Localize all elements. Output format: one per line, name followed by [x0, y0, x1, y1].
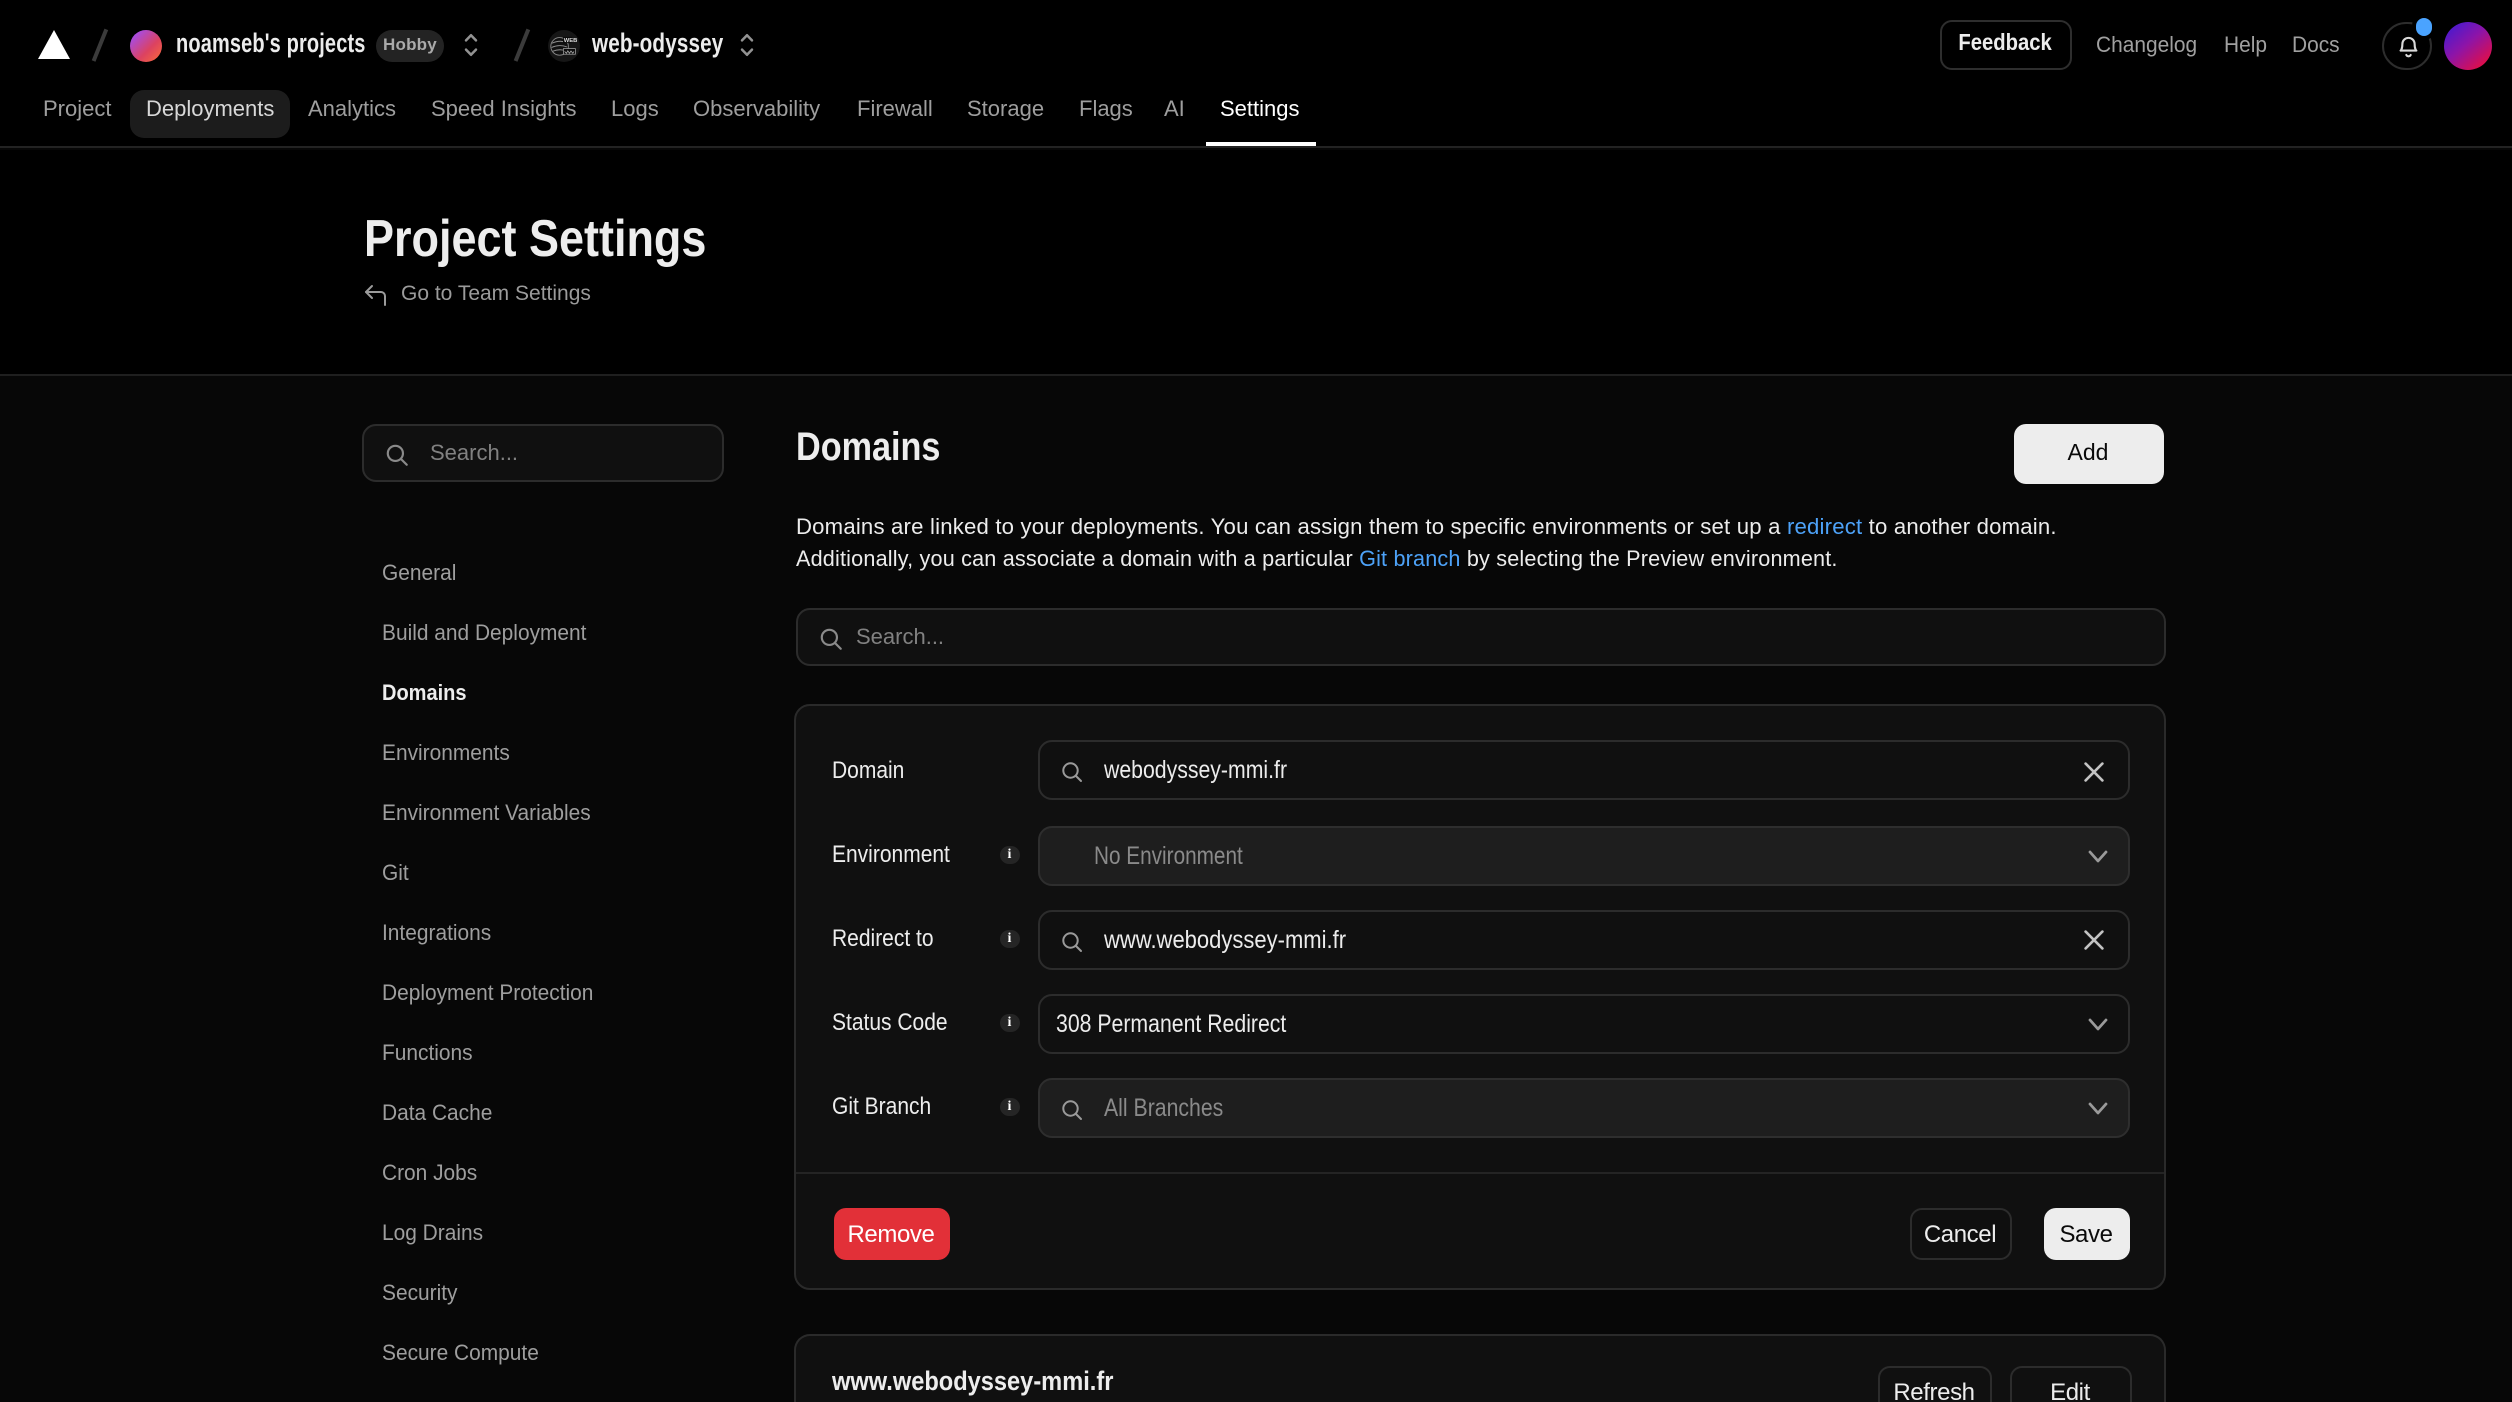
- svg-text:WEB: WEB: [563, 37, 577, 43]
